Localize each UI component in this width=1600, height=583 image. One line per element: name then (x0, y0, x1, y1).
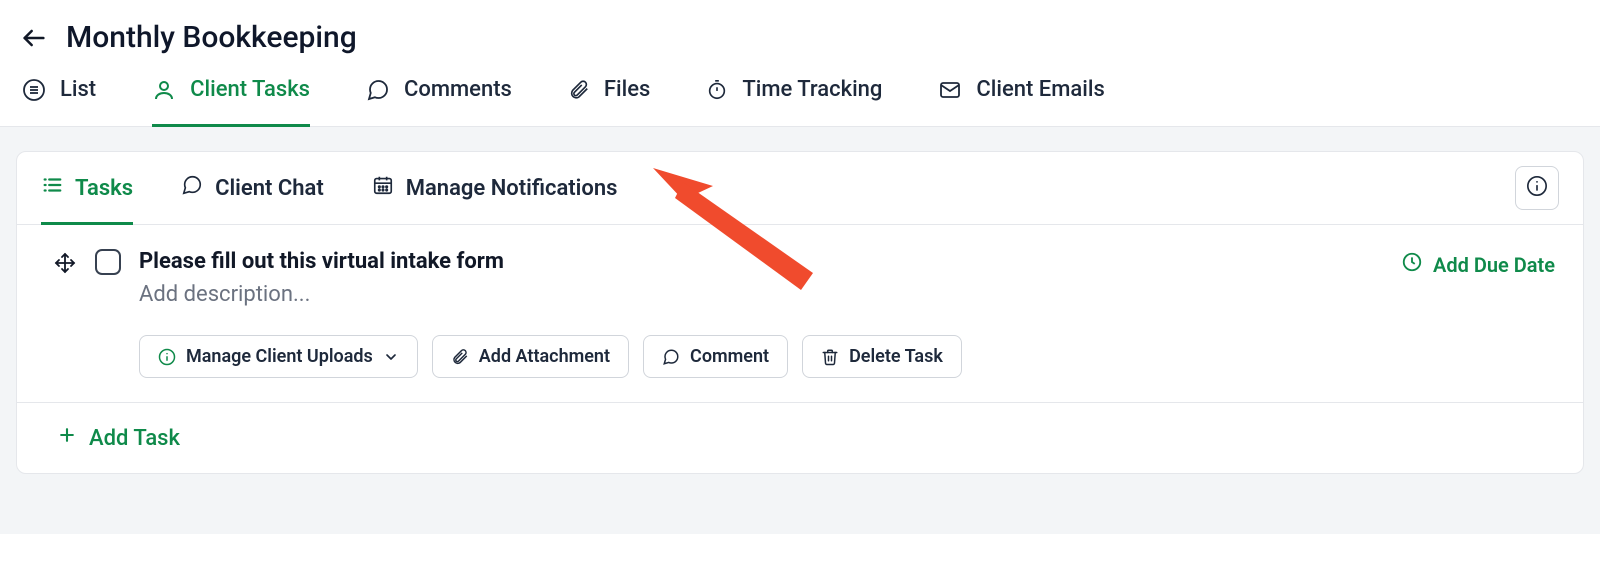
trash-icon (821, 348, 839, 366)
info-icon (158, 348, 176, 366)
tab-label: Time Tracking (742, 77, 882, 102)
task-description-placeholder[interactable]: Add description... (139, 282, 1383, 307)
add-task-button[interactable]: Add Task (17, 403, 1583, 473)
sub-tab-tasks[interactable]: Tasks (41, 152, 133, 225)
calendar-icon (372, 174, 394, 202)
tab-comments[interactable]: Comments (366, 77, 512, 127)
comment-icon (662, 348, 680, 366)
add-due-date-button[interactable]: Add Due Date (1401, 251, 1555, 278)
tab-label: Client Tasks (190, 77, 310, 102)
tab-label: Client Emails (976, 77, 1104, 102)
main-tab-bar: List Client Tasks Comments Files Time Tr… (0, 65, 1600, 127)
page-title: Monthly Bookkeeping (66, 20, 357, 55)
manage-client-uploads-button[interactable]: Manage Client Uploads (139, 335, 418, 378)
tab-client-emails[interactable]: Client Emails (938, 77, 1104, 127)
due-date-label: Add Due Date (1433, 253, 1555, 277)
tab-label: List (60, 77, 96, 102)
sub-tab-label: Manage Notifications (406, 176, 618, 201)
mail-icon (938, 78, 962, 102)
button-label: Delete Task (849, 346, 943, 367)
info-button[interactable] (1515, 166, 1559, 210)
tab-label: Comments (404, 77, 512, 102)
paperclip-icon (568, 79, 590, 101)
sub-tab-label: Tasks (75, 176, 133, 201)
person-icon (152, 78, 176, 102)
list-icon (41, 174, 63, 202)
back-arrow-icon[interactable] (20, 24, 48, 52)
add-attachment-button[interactable]: Add Attachment (432, 335, 629, 378)
chevron-down-icon (383, 349, 399, 365)
task-row: Please fill out this virtual intake form… (17, 225, 1583, 403)
tab-files[interactable]: Files (568, 77, 650, 127)
info-icon (1526, 175, 1548, 201)
button-label: Add Attachment (479, 346, 610, 367)
plus-icon (57, 425, 77, 451)
comment-icon (366, 78, 390, 102)
sub-tab-client-chat[interactable]: Client Chat (181, 152, 324, 225)
sub-tab-manage-notifications[interactable]: Manage Notifications (372, 152, 618, 225)
comment-button[interactable]: Comment (643, 335, 788, 378)
tab-client-tasks[interactable]: Client Tasks (152, 77, 310, 127)
sub-tab-label: Client Chat (215, 176, 324, 201)
button-label: Manage Client Uploads (186, 346, 373, 367)
delete-task-button[interactable]: Delete Task (802, 335, 962, 378)
task-checkbox[interactable] (95, 249, 121, 275)
client-tasks-panel: Tasks Client Chat Manage Notifications (16, 151, 1584, 474)
tab-label: Files (604, 77, 650, 102)
stopwatch-icon (706, 79, 728, 101)
list-circle-icon (22, 78, 46, 102)
tab-time-tracking[interactable]: Time Tracking (706, 77, 882, 127)
task-title[interactable]: Please fill out this virtual intake form (139, 249, 1383, 274)
button-label: Comment (690, 346, 769, 367)
add-task-label: Add Task (89, 426, 180, 451)
clock-icon (1401, 251, 1423, 278)
tab-list[interactable]: List (22, 77, 96, 127)
paperclip-icon (451, 348, 469, 366)
drag-handle-icon[interactable] (53, 251, 77, 279)
chat-icon (181, 174, 203, 202)
